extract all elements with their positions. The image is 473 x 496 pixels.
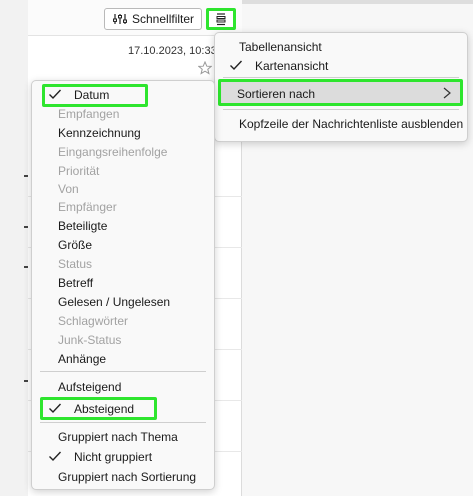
menu-item-label: Empfangen — [58, 106, 120, 121]
menu-item-label: Junk-Status — [58, 332, 122, 347]
menu-item-hide-header[interactable]: Kopfzeile der Nachrichtenliste ausblende… — [219, 114, 463, 133]
group-item-by-thread[interactable]: Gruppiert nach Thema — [38, 427, 208, 446]
menu-item-label: Gelesen / Ungelesen — [58, 294, 171, 309]
sort-item-attachments[interactable]: Anhänge — [38, 349, 208, 368]
window-top-bar — [242, 0, 473, 4]
list-view-options-menu: Tabellenansicht Kartenansicht Sortieren … — [214, 32, 468, 142]
sort-item-priority: Priorität — [38, 161, 208, 180]
sliders-icon — [113, 14, 127, 24]
sort-item-recipient: Empfänger — [38, 197, 208, 216]
menu-item-label: Aufsteigend — [58, 379, 122, 394]
sort-item-status: Status — [38, 254, 208, 273]
sort-item-ascending[interactable]: Aufsteigend — [38, 377, 208, 396]
sort-item-descending[interactable]: Absteigend — [38, 399, 208, 418]
sort-item-read-unread[interactable]: Gelesen / Ungelesen — [38, 292, 208, 311]
menu-item-label: Priorität — [58, 163, 100, 178]
menu-item-label: Größe — [58, 237, 93, 252]
sort-item-date[interactable]: Datum — [38, 85, 208, 104]
menu-item-label: Absteigend — [74, 401, 135, 416]
menu-separator — [40, 422, 206, 423]
menu-separator — [223, 77, 459, 78]
menu-item-label: Nicht gruppiert — [74, 449, 153, 464]
folder-pane-edge — [0, 0, 29, 496]
menu-item-label: Gruppiert nach Thema — [58, 429, 178, 444]
menu-item-label: Beteiligte — [58, 218, 108, 233]
message-list-toolbar: Schnellfilter — [28, 0, 242, 36]
sort-item-received: Empfangen — [38, 104, 208, 123]
sort-item-order-received: Eingangsreihenfolge — [38, 142, 208, 161]
sort-item-junk-status: Junk-Status — [38, 330, 208, 349]
list-view-options-button[interactable] — [206, 8, 236, 30]
sort-item-size[interactable]: Größe — [38, 235, 208, 254]
menu-item-label: Von — [58, 181, 79, 196]
sort-item-tags: Schlagwörter — [38, 311, 208, 330]
quickfilter-label: Schnellfilter — [132, 12, 195, 26]
checkmark-icon — [49, 89, 62, 100]
menu-item-label: Empfänger — [58, 199, 117, 214]
sort-item-from: Von — [38, 179, 208, 198]
menu-item-label: Kartenansicht — [255, 58, 329, 73]
checkmark-icon — [49, 403, 62, 414]
group-item-by-sort[interactable]: Gruppiert nach Sortierung — [38, 467, 208, 486]
menu-item-label: Tabellenansicht — [239, 39, 322, 54]
checkmark-icon — [230, 60, 243, 71]
menu-item-label: Betreff — [58, 275, 94, 290]
menu-item-label: Status — [58, 256, 93, 271]
menu-item-label: Kopfzeile der Nachrichtenliste ausblende… — [239, 116, 464, 131]
message-date: 17.10.2023, 10:33 — [128, 45, 217, 57]
quickfilter-button[interactable]: Schnellfilter — [104, 8, 202, 30]
menu-item-label: Kennzeichnung — [58, 125, 141, 140]
menu-item-label: Anhänge — [58, 351, 107, 366]
menu-item-label: Schlagwörter — [58, 313, 129, 328]
menu-item-label: Gruppiert nach Sortierung — [58, 469, 197, 484]
sort-item-subject[interactable]: Betreff — [38, 273, 208, 292]
star-icon[interactable] — [198, 61, 212, 75]
sort-item-flag[interactable]: Kennzeichnung — [38, 123, 208, 142]
chevron-right-icon — [443, 87, 451, 99]
sort-item-correspondents[interactable]: Beteiligte — [38, 216, 208, 235]
menu-item-label: Datum — [74, 87, 110, 102]
sort-by-menu: Datum Empfangen Kennzeichnung Eingangsre… — [31, 80, 215, 490]
checkmark-icon — [49, 451, 62, 462]
menu-item-label: Eingangsreihenfolge — [58, 144, 168, 159]
menu-item-label: Sortieren nach — [237, 87, 316, 101]
menu-item-card-view[interactable]: Kartenansicht — [219, 56, 463, 75]
list-view-icon — [216, 13, 226, 26]
group-item-ungrouped[interactable]: Nicht gruppiert — [38, 447, 208, 466]
menu-separator — [40, 371, 206, 372]
menu-item-sort-by[interactable]: Sortieren nach — [218, 79, 463, 106]
menu-item-table-view[interactable]: Tabellenansicht — [219, 37, 463, 56]
menu-separator — [223, 109, 459, 110]
